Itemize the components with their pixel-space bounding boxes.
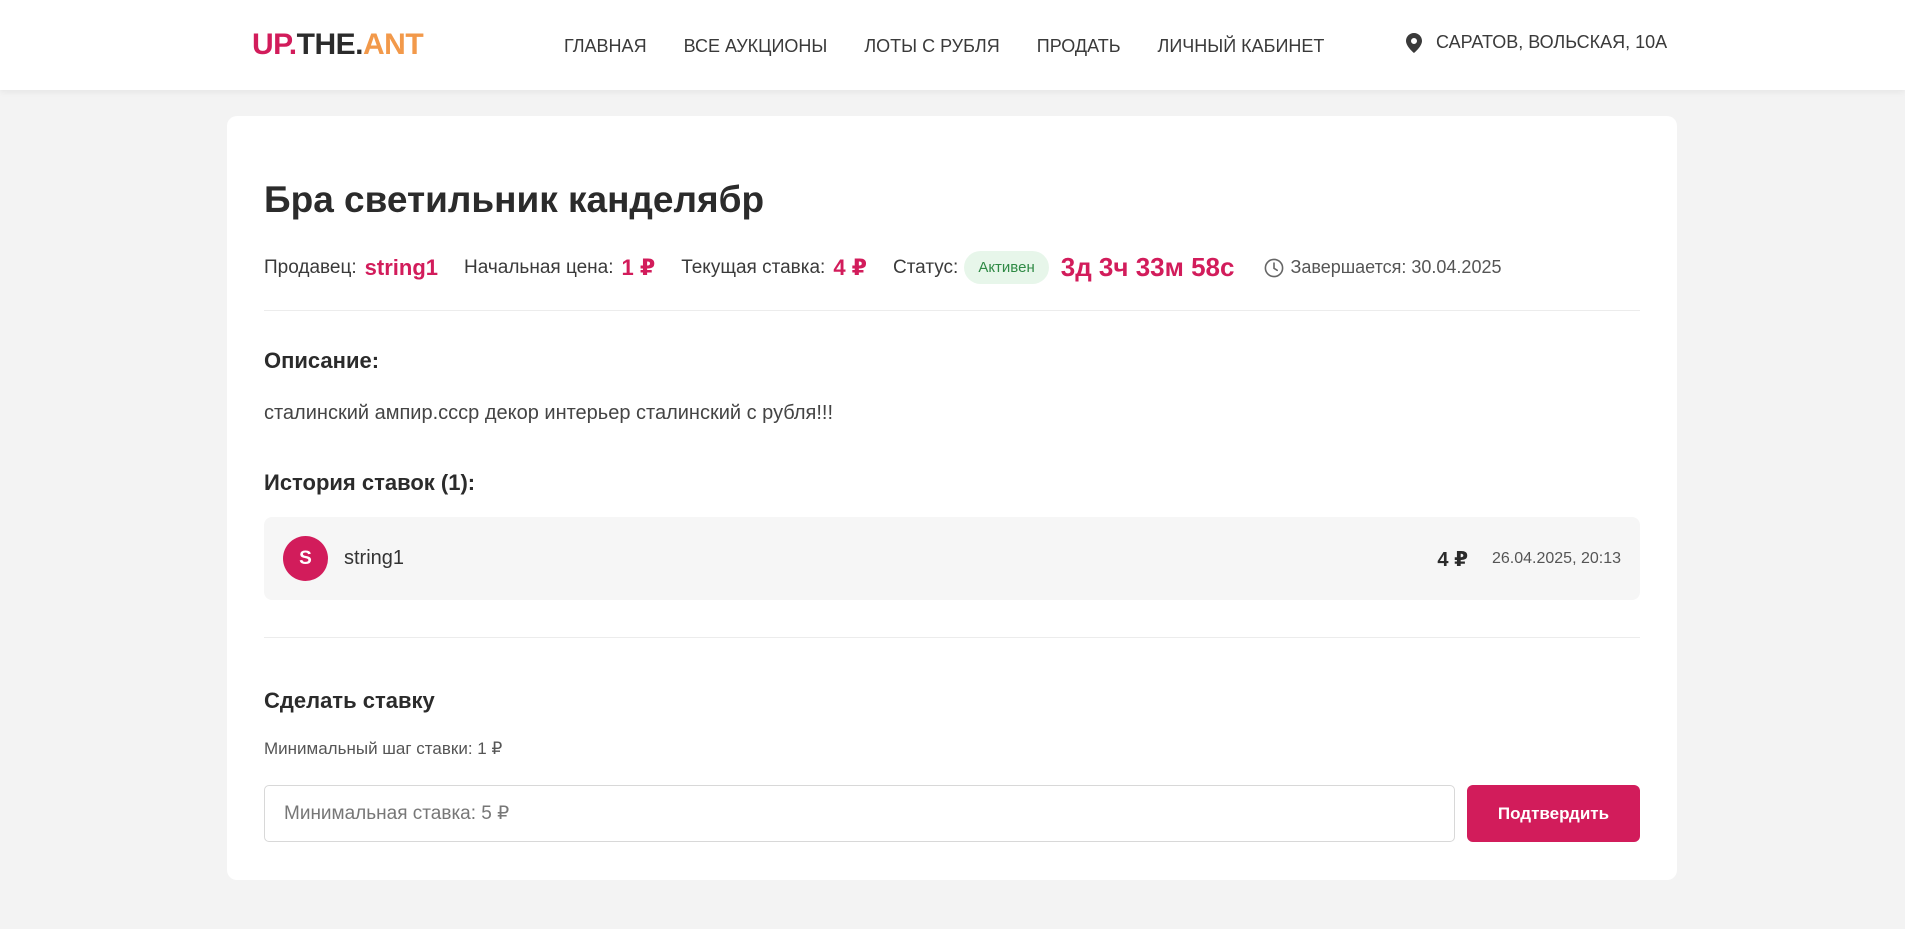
countdown-timer: 3д 3ч 33м 58с [1060,252,1235,282]
seller-label: Продавец: [264,256,357,278]
divider [264,637,1640,638]
bid-history-heading: История ставок (1): [264,470,476,495]
description-heading: Описание: [264,348,380,373]
start-price-label: Начальная цена: [464,256,614,278]
bid-amount-input[interactable] [264,785,1455,842]
lot-meta: Продавец: string1 Начальная цена: 1 ₽ Те… [264,251,1501,284]
divider [264,310,1640,311]
lot-card: Бра светильник канделябр Продавец: strin… [227,116,1677,880]
location: САРАТОВ, ВОЛЬСКАЯ, 10А [1406,32,1667,53]
nav-sell[interactable]: ПРОДАТЬ [1037,36,1121,57]
main-nav: ГЛАВНАЯ ВСЕ АУКЦИОНЫ ЛОТЫ С РУБЛЯ ПРОДАТ… [564,36,1361,57]
nav-ruble-lots[interactable]: ЛОТЫ С РУБЛЯ [864,36,999,57]
nav-all-auctions[interactable]: ВСЕ АУКЦИОНЫ [684,36,828,57]
current-bid-label: Текущая ставка: [681,256,826,278]
min-step-text: Минимальный шаг ставки: 1 ₽ [264,739,503,758]
location-text: САРАТОВ, ВОЛЬСКАЯ, 10А [1436,32,1668,52]
avatar: S [283,536,328,581]
bid-amount: 4 ₽ [1437,549,1468,571]
map-pin-icon [1406,32,1422,53]
status-label: Статус: [892,256,959,278]
bidder-name: string1 [344,547,405,569]
current-bid: 4 ₽ [833,254,867,280]
bid-date: 26.04.2025, 20:13 [1491,550,1621,567]
submit-bid-button[interactable]: Подтвердить [1467,785,1640,842]
seller-name: string1 [364,254,438,280]
nav-account[interactable]: ЛИЧНЫЙ КАБИНЕТ [1158,36,1325,57]
status-badge: Активен [964,251,1049,284]
nav-home[interactable]: ГЛАВНАЯ [564,36,647,57]
logo[interactable]: UP.THE.ANT [252,28,424,62]
start-price: 1 ₽ [621,254,656,280]
clock-icon [1265,258,1284,277]
lot-title: Бра светильник канделябр [264,179,765,220]
description-text: сталинский ампир.ссср декор интерьер ста… [264,402,834,424]
place-bid-heading: Сделать ставку [264,688,435,713]
site-header: UP.THE.ANT ГЛАВНАЯ ВСЕ АУКЦИОНЫ ЛОТЫ С Р… [0,0,1905,90]
bid-history-row: S string1 4 ₽ 26.04.2025, 20:13 [264,517,1640,600]
end-date: Завершается: 30.04.2025 [1264,257,1501,278]
end-date-text: Завершается: 30.04.2025 [1290,257,1502,277]
